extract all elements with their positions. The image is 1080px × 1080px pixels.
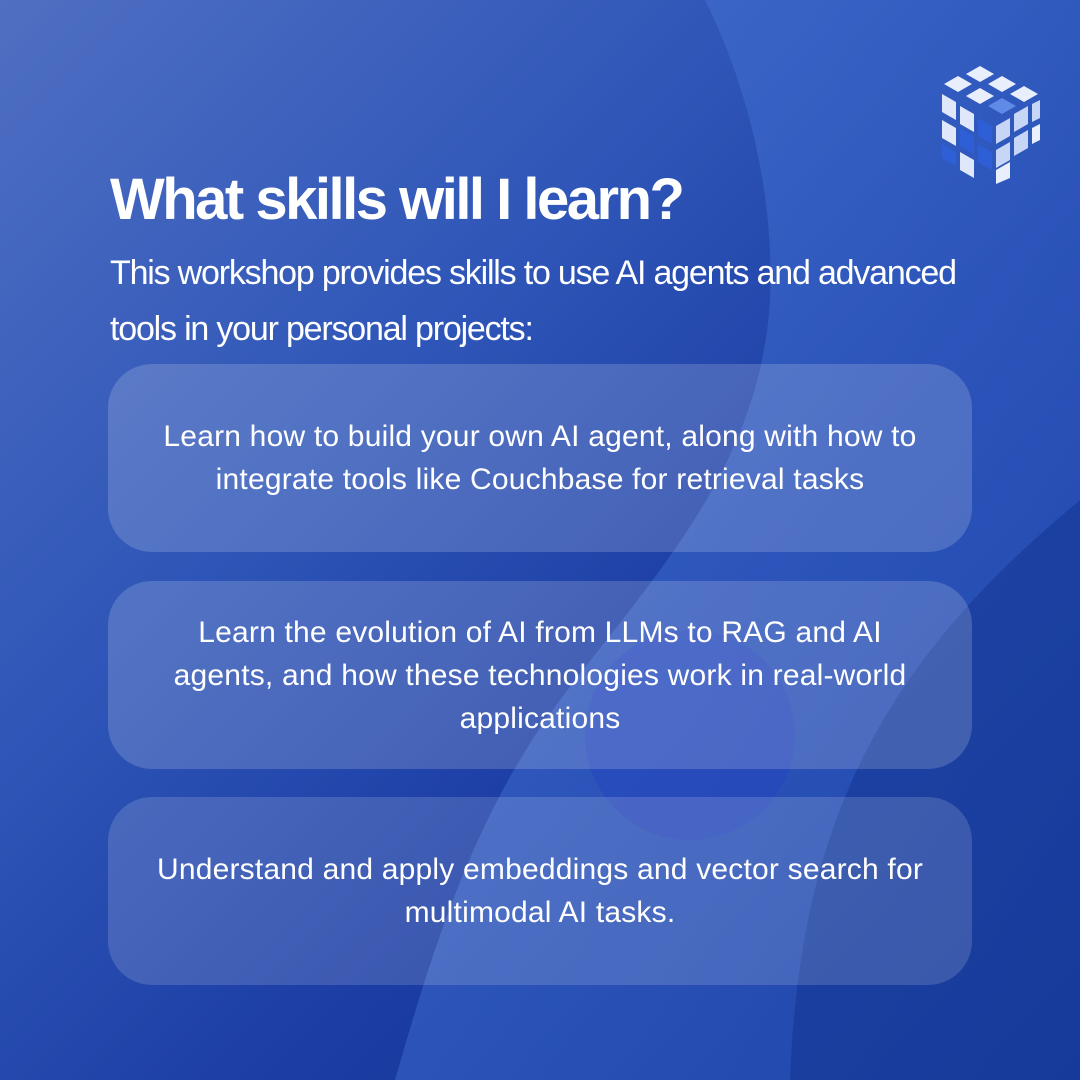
cube-logo-icon xyxy=(942,66,1040,184)
skill-card-text: Learn the evolution of AI from LLMs to R… xyxy=(173,615,907,735)
skill-card: Learn the evolution of AI from LLMs to R… xyxy=(108,581,972,769)
skill-card: Learn how to build your own AI agent, al… xyxy=(108,364,972,552)
skill-card-text: Understand and apply embeddings and vect… xyxy=(156,853,924,929)
page-title: What skills will I learn? xyxy=(110,167,685,232)
skills-slide: What skills will I learn? This workshop … xyxy=(0,0,1080,1080)
skill-card: Understand and apply embeddings and vect… xyxy=(108,797,972,985)
skill-card-text: Learn how to build your own AI agent, al… xyxy=(163,420,917,496)
intro-text: This workshop provides skills to use AI … xyxy=(110,254,957,348)
